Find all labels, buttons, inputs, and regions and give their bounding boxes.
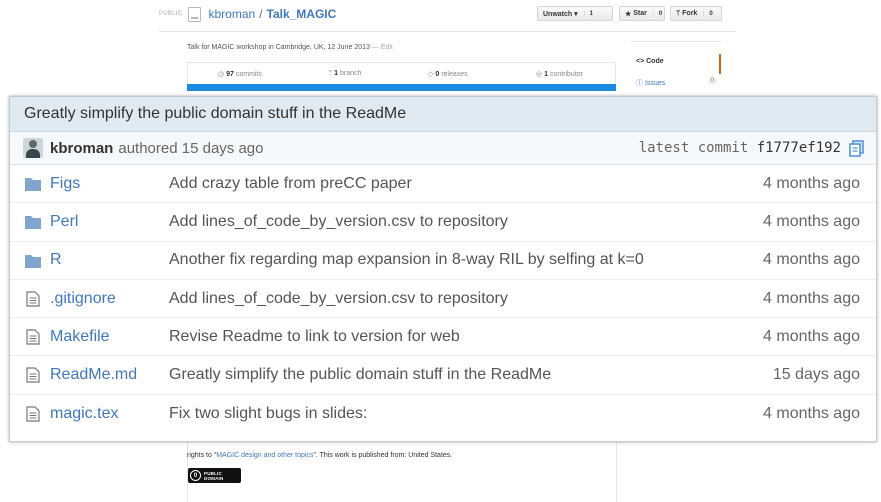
- file-commit-message-link[interactable]: Revise Readme to link to version for web: [169, 328, 460, 346]
- avatar[interactable]: [23, 138, 43, 158]
- folder-icon: [25, 254, 41, 268]
- commits-stat[interactable]: ◷ 97 commits: [218, 70, 262, 78]
- file-age: 4 months ago: [763, 174, 860, 192]
- repo-description: Talk for MAGIC workshop in Cambridge, UK…: [187, 44, 393, 51]
- file-age: 4 months ago: [763, 251, 860, 269]
- badge-line-2: DOMAIN: [204, 475, 224, 481]
- file-age: 4 months ago: [763, 212, 860, 230]
- repo-owner-link[interactable]: kbroman: [208, 7, 255, 21]
- file-row: R Another fix regarding map expansion in …: [10, 242, 876, 280]
- repo-description-text: Talk for MAGIC workshop in Cambridge, UK…: [187, 44, 370, 51]
- issues-label: Issues: [644, 80, 666, 87]
- cc-zero-icon: 0: [190, 470, 201, 481]
- file-commit-message-link[interactable]: Add lines_of_code_by_version.csv to repo…: [169, 290, 508, 308]
- star-button[interactable]: ★ Star 0: [619, 6, 665, 21]
- file-commit-message-link[interactable]: Add crazy table from preCC paper: [169, 175, 412, 193]
- file-row: Makefile Revise Readme to link to version…: [10, 318, 876, 357]
- repo-icon: [188, 6, 202, 22]
- sidebar-item-issues[interactable]: ⓘ Issues 0: [631, 77, 721, 88]
- star-label: Star: [633, 10, 647, 17]
- repo-separator: /: [259, 7, 263, 21]
- history-icon: ◷: [218, 71, 227, 78]
- file-name-link[interactable]: magic.tex: [50, 405, 118, 423]
- commit-sha-link[interactable]: f1777ef192: [757, 140, 841, 156]
- file-commit-message-link[interactable]: Another fix regarding map expansion in 8…: [169, 251, 644, 269]
- readme-border-right: [616, 440, 617, 502]
- file-name-link[interactable]: .gitignore: [50, 290, 116, 308]
- file-age: 4 months ago: [763, 327, 860, 345]
- file-name-link[interactable]: ReadMe.md: [50, 366, 137, 384]
- file-name-link[interactable]: Figs: [50, 175, 80, 193]
- commit-authored-time: authored 15 days ago: [118, 139, 264, 157]
- unwatch-button[interactable]: Unwatch ▾ 1: [537, 6, 613, 21]
- visibility-label: PUBLIC: [159, 11, 183, 17]
- releases-label: releases: [441, 71, 468, 78]
- file-icon: [26, 367, 40, 384]
- file-age: 4 months ago: [763, 404, 860, 422]
- releases-count: 0: [435, 71, 440, 78]
- star-icon: ★: [625, 10, 634, 18]
- file-icon: [26, 406, 40, 422]
- file-row: Figs Add crazy table from preCC paper 4 mo…: [10, 165, 876, 204]
- sidebar-item-code[interactable]: <> Code: [631, 54, 721, 74]
- file-commit-message-link[interactable]: Fix two slight bugs in slides:: [169, 405, 367, 423]
- latest-commit-message[interactable]: Greatly simplify the public domain stuff…: [10, 97, 876, 132]
- issues-count: 0: [707, 77, 717, 85]
- branches-label: branch: [340, 70, 362, 77]
- folder-icon: [25, 178, 41, 191]
- repo-name-link[interactable]: Talk_MAGIC: [267, 7, 337, 21]
- badge-words: PUBLIC DOMAIN: [204, 471, 223, 481]
- branches-count: 1: [334, 70, 339, 77]
- commits-label: commits: [235, 71, 262, 78]
- star-count[interactable]: 0: [652, 10, 662, 17]
- rights-suffix: ”. This work is published from: United S…: [313, 452, 453, 459]
- commit-author-link[interactable]: kbroman: [50, 140, 113, 157]
- latest-commit-label: latest commit: [638, 140, 749, 156]
- rights-link[interactable]: MAGIC design and other topics: [216, 452, 313, 459]
- file-icon: [26, 291, 40, 307]
- branches-stat[interactable]: ᛘ 1 branch: [328, 70, 361, 77]
- latest-commit-meta: kbroman authored 15 days ago latest comm…: [10, 132, 876, 165]
- contributors-label: contributor: [549, 71, 583, 78]
- fork-label: Fork: [682, 10, 698, 17]
- file-row: Perl Add lines_of_code_by_version.csv to …: [10, 203, 876, 242]
- file-age: 4 months ago: [763, 289, 860, 307]
- file-list: Figs Add crazy table from preCC paper 4 mo…: [10, 165, 876, 433]
- public-domain-badge[interactable]: 0 PUBLIC DOMAIN: [188, 468, 241, 483]
- folder-icon: [25, 216, 41, 230]
- readme-rights-text: rights to “MAGIC design and other topics…: [187, 452, 452, 459]
- file-browser: Greatly simplify the public domain stuff…: [9, 96, 877, 442]
- file-commit-message-link[interactable]: Greatly simplify the public domain stuff…: [169, 366, 551, 384]
- repo-header: PUBLIC kbroman / Talk_MAGIC: [159, 6, 336, 22]
- header-divider: [159, 31, 736, 32]
- watch-count[interactable]: 1: [583, 10, 593, 17]
- contributors-count: 1: [544, 71, 548, 78]
- file-commit-message-link[interactable]: Add lines_of_code_by_version.csv to repo…: [169, 213, 508, 231]
- language-bar: [187, 84, 616, 91]
- repo-sidebar: <> Code ⓘ Issues 0: [631, 41, 721, 98]
- copy-sha-icon[interactable]: [849, 140, 864, 157]
- file-age: 15 days ago: [772, 366, 860, 384]
- file-name-link[interactable]: R: [50, 251, 62, 269]
- file-name-link[interactable]: Makefile: [50, 328, 110, 346]
- contributors-stat[interactable]: ◎ 1 contributor: [536, 70, 583, 78]
- commits-count: 97: [226, 71, 234, 78]
- unwatch-label: Unwatch ▾: [543, 10, 578, 18]
- fork-count[interactable]: 0: [703, 10, 713, 17]
- issue-icon: ⓘ: [636, 80, 645, 87]
- file-row: .gitignore Add lines_of_code_by_version.c…: [10, 280, 876, 319]
- file-name-link[interactable]: Perl: [50, 213, 78, 231]
- file-row: magic.tex Fix two slight bugs in slides: 4…: [10, 395, 876, 433]
- fork-button[interactable]: ᛘ Fork 0: [670, 6, 722, 21]
- edit-description-link[interactable]: — Edit: [372, 44, 393, 51]
- people-icon: ◎: [536, 71, 545, 78]
- rights-prefix: rights to “: [187, 452, 217, 459]
- file-row: ReadMe.md Greatly simplify the public dom…: [10, 356, 876, 395]
- latest-commit-sha-area: latest commit f1777ef192: [639, 140, 841, 156]
- releases-stat[interactable]: ◇ 0 releases: [428, 70, 468, 78]
- file-icon: [26, 329, 40, 345]
